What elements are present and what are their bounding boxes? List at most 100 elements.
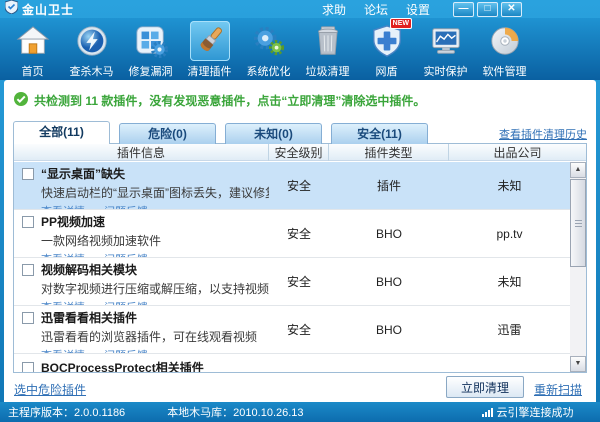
header-safety-level: 安全级别 [268, 143, 328, 161]
plugin-title: “显示桌面”缺失 [41, 167, 126, 181]
plugin-clean-history-link[interactable]: 查看插件清理历史 [499, 126, 587, 142]
app-shield-icon [4, 0, 19, 19]
toolbar-label: 垃圾清理 [305, 66, 350, 78]
plugin-company: 未知 [497, 179, 522, 193]
tab-all[interactable]: 全部(11) [13, 121, 110, 144]
feedback-link[interactable]: 问题反馈 [104, 302, 148, 305]
feedback-link[interactable]: 问题反馈 [104, 254, 148, 257]
row-checkbox[interactable] [22, 167, 34, 180]
row-checkbox[interactable] [22, 311, 34, 324]
view-details-link[interactable]: 查看详情 [41, 302, 85, 305]
toolbar-item-software-manage[interactable]: 软件管理 [475, 18, 534, 80]
plugin-level: 安全 [286, 275, 311, 289]
toolbar-item-vulnerability-fix[interactable]: 修复漏洞 [121, 18, 180, 80]
signal-bars-icon [481, 407, 493, 417]
row-checkbox[interactable] [22, 263, 34, 276]
select-danger-plugins-link[interactable]: 选中危险插件 [14, 381, 86, 398]
table-header: 插件信息 安全级别 插件类型 出品公司 [14, 143, 586, 161]
feedback-link[interactable]: 问题反馈 [104, 350, 148, 353]
table-row[interactable]: PP视频加速 一款网络视频加速软件 查看详情 问题反馈 安全 BHO pp.tv [14, 210, 570, 258]
plugin-type: BHO [375, 274, 402, 289]
tab-safe[interactable]: 安全(11) [331, 123, 428, 144]
home-icon [13, 21, 53, 61]
action-footer: 选中危险插件 立即清理 重新扫描 [4, 373, 596, 402]
plugin-type: BHO [375, 226, 402, 241]
plugin-title: BOCProcessProtect相关插件 [41, 361, 204, 372]
close-button[interactable]: ✕ [501, 1, 522, 17]
plugin-type: 插件 [376, 179, 401, 193]
feedback-link[interactable]: 问题反馈 [104, 206, 148, 209]
forum-link[interactable]: 论坛 [364, 1, 388, 18]
table-row[interactable]: “显示桌面”缺失 快速启动栏的“显示桌面”图标丢失，建议修复 查看详情 问题反馈… [14, 162, 570, 210]
toolbar-label: 网盾 [375, 66, 398, 78]
status-bar: 主程序版本：2.0.0.1186 本地木马库：2010.10.26.13 云引擎… [0, 402, 600, 422]
plugin-company: 迅雷 [497, 323, 522, 337]
toolbar-item-web-shield[interactable]: NEW 网盾 [357, 18, 416, 80]
toolbar-item-trojan-scan[interactable]: 查杀木马 [62, 18, 121, 80]
plugin-level: 安全 [286, 179, 311, 193]
system-optimize-icon [249, 21, 289, 61]
view-details-link[interactable]: 查看详情 [41, 206, 85, 209]
plugin-table: 插件信息 安全级别 插件类型 出品公司 “显示桌面”缺失 快速启动栏的“显示桌面… [13, 143, 587, 373]
software-manage-icon [485, 21, 525, 61]
toolbar-item-realtime-protect[interactable]: 实时保护 [416, 18, 475, 80]
toolbar-label: 软件管理 [482, 66, 527, 78]
toolbar-label: 查杀木马 [69, 66, 114, 78]
table-row[interactable]: 迅雷看看相关插件 迅雷看看的浏览器插件，可在线观看视频 查看详情 问题反馈 安全… [14, 306, 570, 354]
filter-tabs: 全部(11) 危险(0) 未知(0) 安全(11) 查看插件清理历史 [13, 121, 587, 144]
toolbar-item-home[interactable]: 首页 [3, 18, 62, 80]
cloud-engine-status: 云引擎连接成功 [481, 404, 574, 420]
rescan-link[interactable]: 重新扫描 [534, 381, 582, 398]
view-details-link[interactable]: 查看详情 [41, 350, 85, 353]
row-checkbox[interactable] [22, 361, 34, 372]
table-body: “显示桌面”缺失 快速启动栏的“显示桌面”图标丢失，建议修复 查看详情 问题反馈… [14, 162, 586, 372]
plugin-description: 迅雷看看的浏览器插件，可在线观看视频 [41, 330, 258, 344]
program-version: 主程序版本：2.0.0.1186 [8, 407, 126, 419]
view-details-link[interactable]: 查看详情 [41, 254, 85, 257]
table-row[interactable]: BOCProcessProtect相关插件 [14, 354, 570, 372]
settings-link[interactable]: 设置 [406, 1, 430, 18]
table-row[interactable]: 视频解码相关模块 对数字视频进行压缩或解压缩，以支持视频文件播放 查看详情 问题… [14, 258, 570, 306]
scroll-down-icon[interactable]: ▼ [570, 356, 586, 372]
plugin-description: 一款网络视频加速软件 [41, 234, 162, 248]
toolbar-item-junk-clean[interactable]: 垃圾清理 [298, 18, 357, 80]
plugin-title: 迅雷看看相关插件 [41, 311, 138, 325]
plugin-description: 快速启动栏的“显示桌面”图标丢失，建议修复 [41, 186, 269, 200]
check-circle-icon [14, 92, 28, 109]
maximize-button[interactable]: □ [477, 1, 498, 17]
scrollbar-thumb[interactable] [570, 179, 586, 267]
trojan-scan-icon [72, 21, 112, 61]
plugin-title: PP视频加速 [41, 215, 106, 229]
tab-danger[interactable]: 危险(0) [119, 123, 216, 144]
header-plugin-type: 插件类型 [328, 143, 448, 161]
clean-now-button[interactable]: 立即清理 [446, 376, 524, 398]
toolbar-label: 实时保护 [423, 66, 468, 78]
cloud-status-text: 云引擎连接成功 [496, 407, 574, 419]
tab-unknown[interactable]: 未知(0) [225, 123, 322, 144]
vertical-scrollbar[interactable]: ▲ ▼ [570, 162, 586, 372]
plugin-description: 对数字视频进行压缩或解压缩，以支持视频文件播放 [41, 282, 269, 296]
toolbar-item-plugin-clean[interactable]: 清理插件 [180, 18, 239, 80]
main-toolbar: 首页 查杀木马 修复漏洞 清理插件 系统优化 垃圾清理 NEW 网盾 实时保护 … [0, 18, 600, 80]
titlebar: 金山卫士 求助 论坛 设置 — □ ✕ [0, 0, 600, 18]
plugin-clean-icon [189, 21, 230, 61]
new-badge: NEW [389, 18, 412, 29]
help-link[interactable]: 求助 [322, 1, 346, 18]
toolbar-label: 系统优化 [246, 66, 291, 78]
realtime-protect-icon [426, 21, 466, 61]
plugin-level: 安全 [286, 227, 311, 241]
plugin-title: 视频解码相关模块 [41, 263, 138, 277]
virus-db-version: 本地木马库：2010.10.26.13 [167, 407, 304, 419]
window-controls: — □ ✕ [453, 1, 522, 17]
content-panel: 共检测到 11 款插件，没有发现恶意插件，点击“立即清理”清除选中插件。 全部(… [4, 80, 596, 402]
header-plugin-info: 插件信息 [116, 145, 165, 160]
plugin-level: 安全 [286, 323, 311, 337]
toolbar-label: 修复漏洞 [128, 66, 173, 78]
scroll-up-icon[interactable]: ▲ [570, 162, 586, 178]
plugin-company: pp.tv [496, 226, 523, 241]
toolbar-item-system-optimize[interactable]: 系统优化 [239, 18, 298, 80]
row-checkbox[interactable] [22, 215, 34, 228]
minimize-button[interactable]: — [453, 1, 474, 17]
plugin-type: BHO [375, 322, 402, 337]
scan-result-message: 共检测到 11 款插件，没有发现恶意插件，点击“立即清理”清除选中插件。 [14, 92, 425, 109]
